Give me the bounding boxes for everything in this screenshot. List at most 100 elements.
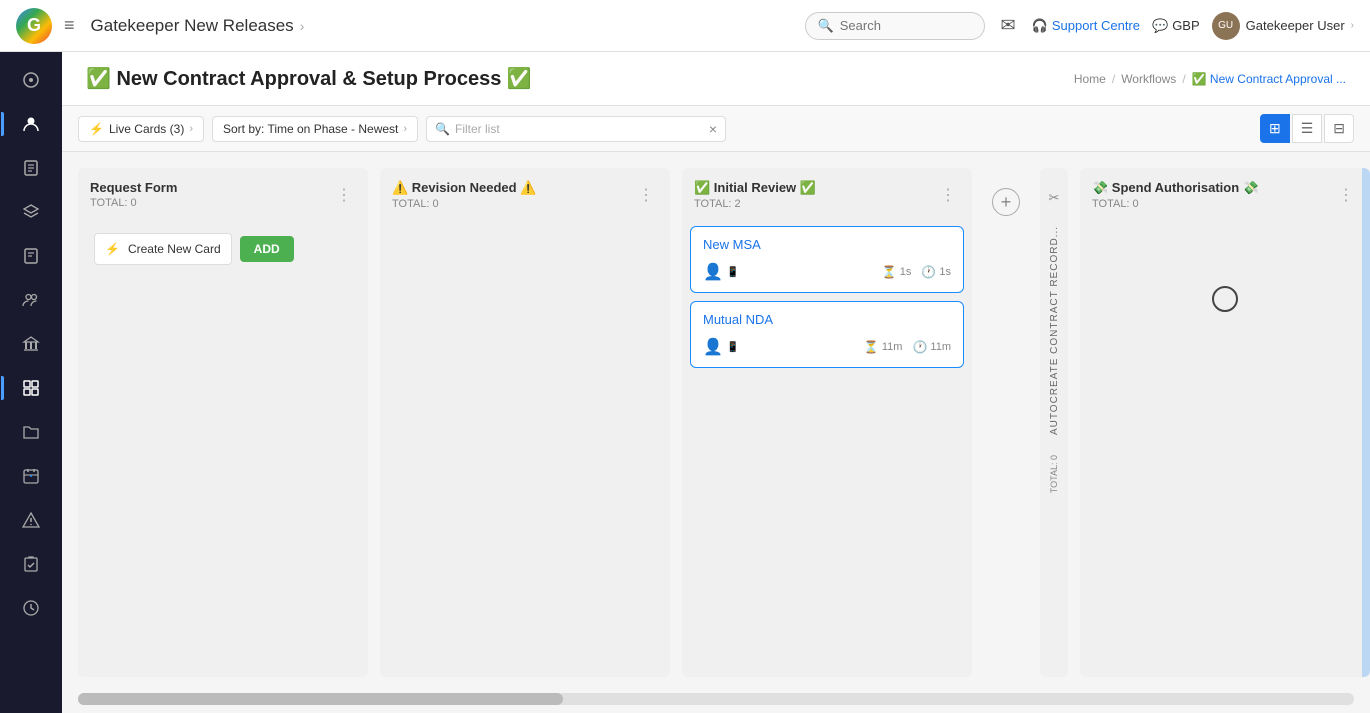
sidebar-item-alert[interactable] bbox=[9, 500, 53, 540]
sidebar-item-users[interactable] bbox=[9, 104, 53, 144]
sidebar bbox=[0, 52, 62, 713]
user-menu[interactable]: GU Gatekeeper User › bbox=[1212, 12, 1354, 40]
sidebar-item-layers[interactable] bbox=[9, 192, 53, 232]
sidebar-item-folder[interactable] bbox=[9, 412, 53, 452]
card-meta-new-msa: ⏳ 1s 🕐 1s bbox=[882, 265, 951, 279]
column-body-revision-needed bbox=[380, 218, 670, 677]
breadcrumb-sep-1: / bbox=[1112, 72, 1115, 86]
sidebar-item-history[interactable] bbox=[9, 588, 53, 628]
card-mutual-nda[interactable]: Mutual NDA 👤 📱 ⏳ 11m 🕐 bbox=[690, 301, 964, 368]
user-icon-2: 👤 bbox=[703, 337, 723, 357]
column-header-request-form: Request Form TOTAL: 0 ⋮ bbox=[78, 168, 368, 217]
currency-selector[interactable]: 💬 GBP bbox=[1152, 18, 1200, 34]
cursor-indicator bbox=[1088, 286, 1362, 312]
create-new-card-input[interactable]: ⚡ Create New Card bbox=[94, 233, 232, 265]
column-header-revision-needed: ⚠️ Revision Needed ⚠️ TOTAL: 0 ⋮ bbox=[380, 168, 670, 218]
chat-icon: 💬 bbox=[1152, 18, 1168, 34]
scrollbar-thumb bbox=[78, 693, 563, 705]
filter-search-icon: 🔍 bbox=[435, 122, 450, 136]
card-footer-new-msa: 👤 📱 ⏳ 1s 🕐 1s bbox=[703, 262, 951, 282]
user-icon: 👤 bbox=[703, 262, 723, 282]
grid-view-button[interactable]: ⊞ bbox=[1260, 114, 1290, 143]
board-container: Request Form TOTAL: 0 ⋮ ⚡ Create New Car… bbox=[62, 152, 1370, 693]
sidebar-item-grid[interactable] bbox=[9, 368, 53, 408]
column-title-request-form: Request Form bbox=[90, 180, 177, 195]
column-body-spend-auth bbox=[1080, 218, 1370, 677]
sidebar-item-reports[interactable] bbox=[9, 236, 53, 276]
card-footer-mutual-nda: 👤 📱 ⏳ 11m 🕐 11m bbox=[703, 337, 951, 357]
column-menu-spend-auth[interactable]: ⋮ bbox=[1334, 183, 1358, 207]
column-title-spend-auth: 💸 Spend Authorisation 💸 bbox=[1092, 180, 1259, 196]
sidebar-item-calendar[interactable] bbox=[9, 456, 53, 496]
card-meta-mutual-nda: ⏳ 11m 🕐 11m bbox=[864, 340, 951, 354]
sidebar-item-bank[interactable] bbox=[9, 324, 53, 364]
autocreate-label: AUTOCREATE CONTRACT RECORD... bbox=[1045, 214, 1064, 447]
column-spend-auth: 💸 Spend Authorisation 💸 TOTAL: 0 ⋮ bbox=[1080, 168, 1370, 677]
add-column-button-area: + bbox=[984, 168, 1028, 677]
add-card-button[interactable]: ADD bbox=[240, 236, 294, 262]
filter-view-button[interactable]: ⊟ bbox=[1324, 114, 1354, 143]
user-role-badge-2: 📱 bbox=[727, 342, 739, 353]
filter-bar[interactable]: 🔍 Filter list × bbox=[426, 116, 726, 142]
filter-clear-button[interactable]: × bbox=[709, 121, 717, 137]
column-menu-request-form[interactable]: ⋮ bbox=[332, 183, 356, 207]
sidebar-item-clipboard[interactable] bbox=[9, 544, 53, 584]
time-on-phase-new-msa: ⏳ 1s bbox=[882, 265, 912, 279]
column-body-initial-review: New MSA 👤 📱 ⏳ 1s 🕐 bbox=[682, 218, 972, 677]
horizontal-scrollbar[interactable] bbox=[78, 693, 1354, 705]
page-header: ✅ New Contract Approval & Setup Process … bbox=[62, 52, 1370, 106]
hamburger-icon[interactable]: ≡ bbox=[64, 15, 75, 36]
column-header-initial-review: ✅ Initial Review ✅ TOTAL: 2 ⋮ bbox=[682, 168, 972, 218]
column-body-request-form: ⚡ Create New Card ADD bbox=[78, 217, 368, 677]
column-total-initial-review: TOTAL: 2 bbox=[694, 198, 816, 210]
card-avatar-mutual-nda: 👤 📱 bbox=[703, 337, 739, 357]
user-chevron-icon: › bbox=[1351, 20, 1354, 31]
column-request-form: Request Form TOTAL: 0 ⋮ ⚡ Create New Car… bbox=[78, 168, 368, 677]
support-centre[interactable]: 🎧 Support Centre bbox=[1032, 18, 1140, 34]
hourglass-icon-2: ⏳ bbox=[864, 340, 879, 354]
search-bar[interactable]: 🔍 bbox=[805, 12, 985, 40]
search-input[interactable] bbox=[840, 18, 960, 33]
user-role-badge: 📱 bbox=[727, 267, 739, 278]
live-cards-button[interactable]: ⚡ Live Cards (3) › bbox=[78, 116, 204, 142]
breadcrumb-workflows[interactable]: Workflows bbox=[1121, 72, 1176, 86]
column-title-initial-review: ✅ Initial Review ✅ bbox=[694, 180, 816, 196]
column-menu-initial-review[interactable]: ⋮ bbox=[936, 183, 960, 207]
view-toggle: ⊞ ☰ ⊟ bbox=[1260, 114, 1354, 143]
column-initial-review: ✅ Initial Review ✅ TOTAL: 2 ⋮ New MSA 👤 … bbox=[682, 168, 972, 677]
clock-icon: 🕐 bbox=[921, 265, 936, 279]
search-icon: 🔍 bbox=[818, 18, 834, 34]
app-logo[interactable]: G bbox=[16, 8, 52, 44]
page-title: ✅ New Contract Approval & Setup Process … bbox=[86, 66, 532, 91]
add-column-button[interactable]: + bbox=[992, 188, 1020, 216]
support-icon: 🎧 bbox=[1032, 18, 1048, 34]
column-total-revision-needed: TOTAL: 0 bbox=[392, 198, 536, 210]
autocreate-total: TOTAL: 0 bbox=[1049, 447, 1059, 493]
toolbar: ⚡ Live Cards (3) › Sort by: Time on Phas… bbox=[62, 106, 1370, 152]
column-menu-revision-needed[interactable]: ⋮ bbox=[634, 183, 658, 207]
hourglass-icon: ⏳ bbox=[882, 265, 897, 279]
column-header-spend-auth: 💸 Spend Authorisation 💸 TOTAL: 0 ⋮ bbox=[1080, 168, 1370, 218]
list-view-button[interactable]: ☰ bbox=[1292, 114, 1323, 143]
main-content: ✅ New Contract Approval & Setup Process … bbox=[62, 52, 1370, 713]
sidebar-item-contracts[interactable] bbox=[9, 148, 53, 188]
sort-chevron-icon: › bbox=[403, 123, 407, 135]
breadcrumb-sep-2: / bbox=[1182, 72, 1185, 86]
sidebar-item-dashboard[interactable] bbox=[9, 60, 53, 100]
sort-button[interactable]: Sort by: Time on Phase - Newest › bbox=[212, 116, 418, 142]
card-new-msa[interactable]: New MSA 👤 📱 ⏳ 1s 🕐 bbox=[690, 226, 964, 293]
mail-icon[interactable]: ✉ bbox=[997, 11, 1020, 40]
flash-icon: ⚡ bbox=[89, 122, 104, 136]
breadcrumb-current: ✅ New Contract Approval ... bbox=[1192, 72, 1346, 86]
time-on-phase-mutual-nda: ⏳ 11m bbox=[864, 340, 903, 354]
create-card-row: ⚡ Create New Card ADD bbox=[86, 225, 360, 273]
card-title-new-msa: New MSA bbox=[703, 237, 951, 252]
avatar: GU bbox=[1212, 12, 1240, 40]
create-card-icon: ⚡ bbox=[105, 242, 120, 256]
breadcrumb-home[interactable]: Home bbox=[1074, 72, 1106, 86]
card-title-mutual-nda: Mutual NDA bbox=[703, 312, 951, 327]
column-title-revision-needed: ⚠️ Revision Needed ⚠️ bbox=[392, 180, 536, 196]
total-time-new-msa: 🕐 1s bbox=[921, 265, 951, 279]
column-revision-needed: ⚠️ Revision Needed ⚠️ TOTAL: 0 ⋮ bbox=[380, 168, 670, 677]
sidebar-item-people[interactable] bbox=[9, 280, 53, 320]
